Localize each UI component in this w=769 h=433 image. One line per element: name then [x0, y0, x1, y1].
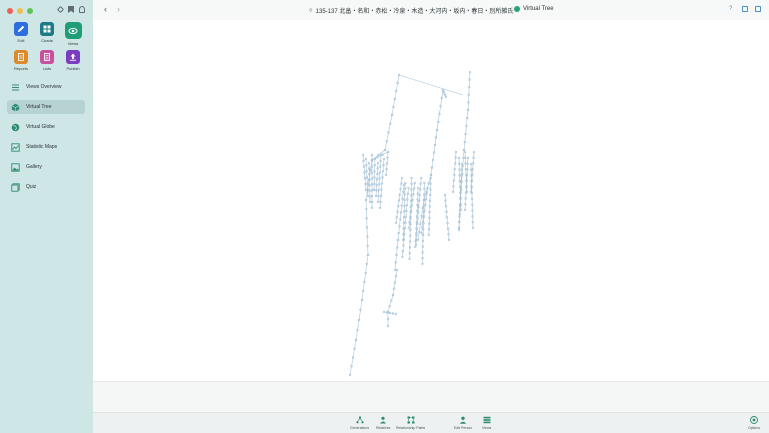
tile-label: Reports — [13, 66, 28, 71]
module-tiles: Edit Charts Views Reports Lists Publish — [9, 22, 85, 71]
document-title[interactable]: ⚲ 135-137 北畠・名和・赤松・冷泉・木造・大河内・坂内・春日・別所雑氏 — [309, 6, 514, 16]
edit-person-button[interactable]: Edit Person — [454, 416, 472, 430]
view-indicator: Virtual Tree — [514, 6, 554, 12]
reports-icon — [14, 50, 28, 64]
sidebar-tools — [56, 5, 85, 14]
options-button[interactable]: Options — [748, 416, 760, 430]
nav-item-label: Virtual Tree — [26, 104, 52, 110]
bottombar-label: Views — [482, 426, 492, 430]
tile-label: Charts — [41, 38, 53, 43]
bookmark-icon[interactable] — [68, 6, 74, 13]
gallery-icon — [11, 162, 20, 172]
tag-icon[interactable] — [56, 5, 65, 14]
generations-button[interactable]: Generations — [350, 416, 369, 430]
app-window: Edit Charts Views Reports Lists Publish … — [0, 0, 769, 433]
tile-label: Lists — [42, 66, 52, 71]
tree-edge — [379, 158, 385, 209]
tree-edge — [463, 109, 469, 151]
tile-publish[interactable]: Publish — [61, 50, 85, 71]
window-controls — [7, 8, 33, 14]
virtual-tree-icon — [514, 6, 520, 12]
sidebar: Edit Charts Views Reports Lists Publish … — [0, 0, 93, 433]
generations-icon — [355, 416, 364, 424]
nav-item-label: Gallery — [26, 164, 42, 170]
relatives-button[interactable]: Relatives — [376, 416, 390, 430]
bottombar-label: Edit Person — [454, 426, 473, 430]
nav-item-virtual-tree[interactable]: Virtual Tree — [7, 100, 85, 114]
forward-button[interactable]: › — [117, 5, 120, 14]
tree-edge — [436, 89, 444, 131]
window-title: 135-137 北畠・名和・赤松・冷泉・木造・大河内・坂内・春日・別所雑氏 — [315, 9, 514, 15]
help-icon[interactable]: ? — [729, 6, 735, 12]
views-icon — [483, 416, 491, 424]
relationship-paths-button[interactable]: Relationship Paths — [396, 416, 425, 430]
people-icon[interactable] — [79, 6, 85, 13]
tree-edge — [391, 74, 400, 116]
tile-label: Edit — [17, 38, 25, 43]
zoom-window-button[interactable] — [27, 8, 33, 14]
tile-label: Views — [67, 41, 79, 46]
lists-icon — [40, 50, 54, 64]
minimize-window-button[interactable] — [17, 8, 23, 14]
nav-item-virtual-globe[interactable]: Virtual Globe — [7, 120, 85, 134]
sidebar-toggle-icon[interactable] — [755, 6, 761, 12]
view-name: Virtual Tree — [523, 6, 554, 12]
charts-icon — [40, 22, 54, 36]
tree-edge — [392, 269, 398, 296]
tile-reports[interactable]: Reports — [9, 50, 33, 71]
back-button[interactable]: ‹ — [104, 5, 107, 14]
views-button[interactable]: Views — [482, 416, 491, 430]
bottombar-label: Options — [748, 426, 761, 430]
nav-item-gallery[interactable]: Gallery — [7, 160, 85, 174]
nav-item-views-overview[interactable]: Views Overview — [7, 80, 85, 94]
publish-icon — [66, 50, 80, 64]
close-window-button[interactable] — [7, 8, 13, 14]
eye-icon — [64, 22, 82, 39]
nav-item-statistic-maps[interactable]: Statistic Maps — [7, 140, 85, 154]
pencil-icon — [14, 22, 28, 36]
paths-icon — [407, 416, 415, 424]
nav-item-quiz[interactable]: Quiz — [7, 180, 85, 194]
tile-lists[interactable]: Lists — [35, 50, 59, 71]
tree-edge — [384, 114, 393, 151]
views-nav: Views Overview Virtual Tree Virtual Glob… — [7, 80, 85, 200]
tile-views[interactable]: Views — [61, 22, 85, 46]
cube-icon — [11, 103, 20, 111]
person-icon — [459, 416, 467, 424]
bottombar-label: Relationship Paths — [396, 426, 426, 430]
bottom-toolbar: Generations Relatives Relationship Paths… — [93, 412, 769, 433]
tree-edge — [355, 299, 363, 341]
tree-graph — [348, 70, 476, 377]
window-layout-icon[interactable] — [742, 6, 748, 12]
bottombar-label: Relatives — [376, 426, 391, 430]
nav-item-label: Virtual Globe — [26, 124, 55, 130]
toolbar: ‹ › ⚲ 135-137 北畠・名和・赤松・冷泉・木造・大河内・坂内・春日・別… — [93, 0, 769, 20]
relatives-icon — [380, 416, 387, 424]
tile-label: Publish — [66, 66, 80, 71]
tree-edge — [470, 163, 474, 229]
globe-icon — [11, 123, 20, 131]
map-icon — [11, 142, 20, 152]
virtual-tree-canvas[interactable] — [93, 20, 769, 381]
tree-edge — [387, 294, 394, 313]
nav-item-label: Views Overview — [26, 84, 62, 90]
person-icon: ⚲ — [309, 7, 313, 14]
list-icon — [12, 84, 19, 90]
tree-edge — [397, 184, 405, 241]
tree-edge — [467, 71, 471, 111]
bottombar-label: Generations — [350, 426, 370, 430]
tree-edge — [398, 74, 464, 96]
tree-edge — [373, 158, 376, 191]
quiz-icon — [11, 182, 20, 192]
tree-edge — [349, 339, 357, 376]
nav-item-label: Statistic Maps — [26, 144, 58, 150]
nav-item-label: Quiz — [26, 184, 37, 190]
canvas-floor — [93, 381, 769, 412]
tile-edit[interactable]: Edit — [9, 22, 33, 46]
tile-charts[interactable]: Charts — [35, 22, 59, 46]
tree-edge — [361, 254, 369, 301]
tree-edge — [371, 151, 389, 161]
toolbar-actions: ? — [729, 6, 761, 12]
options-icon — [750, 416, 758, 424]
